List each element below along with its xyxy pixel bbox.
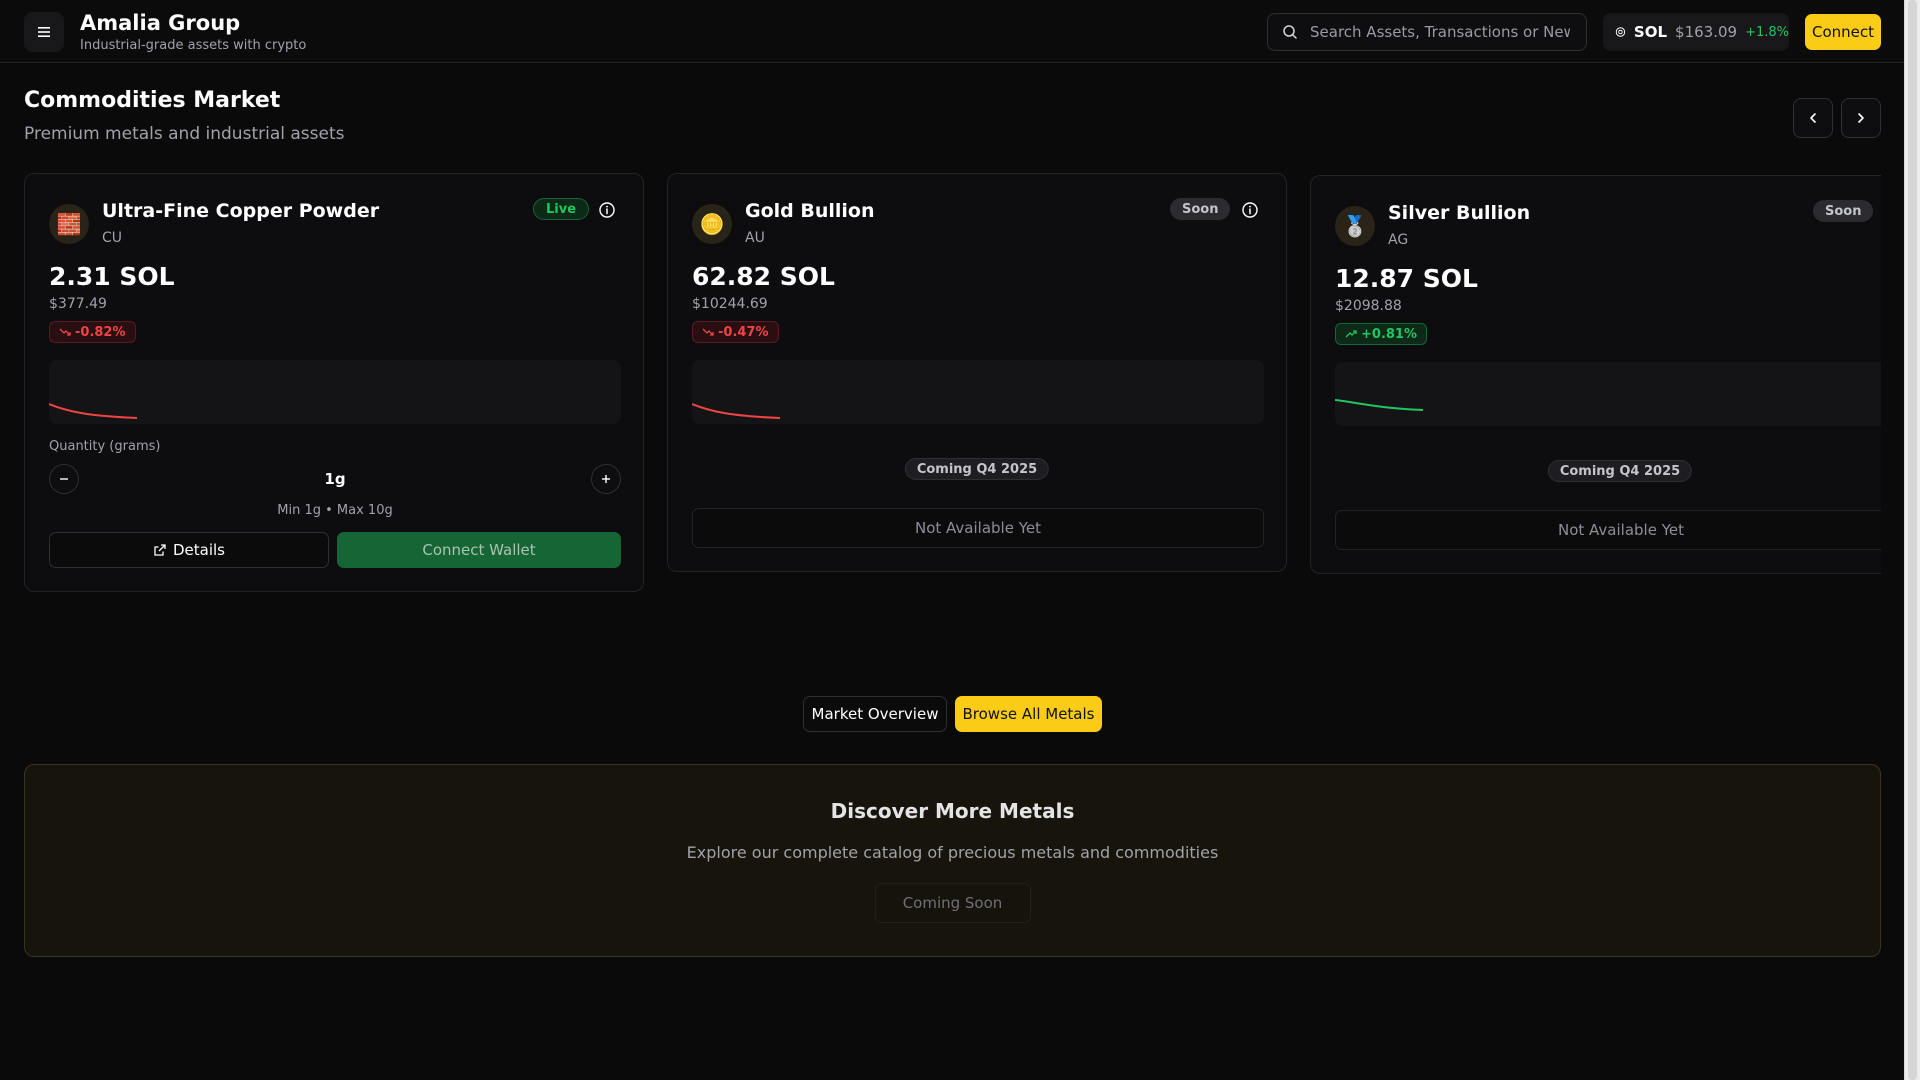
sparkline-line xyxy=(48,403,138,419)
coming-soon-badge: Coming Q4 2025 xyxy=(1547,460,1693,482)
section-subtitle: Premium metals and industrial assets xyxy=(24,124,345,144)
change-value: +0.81% xyxy=(1361,326,1417,342)
price-sparkline xyxy=(691,360,1264,424)
gold-coin-icon: 🪙 xyxy=(692,204,732,244)
price-usd: $377.49 xyxy=(49,296,107,312)
external-link-icon xyxy=(154,544,166,556)
details-label: Details xyxy=(172,541,225,559)
scrollbar-thumb[interactable] xyxy=(1908,0,1917,1080)
trending-down-icon xyxy=(702,328,714,336)
sol-price-pill[interactable]: SOL $163.09 +1.8% xyxy=(1603,13,1789,51)
coming-soon-badge: Coming Q4 2025 xyxy=(904,458,1050,480)
not-available-button[interactable]: Not Available Yet xyxy=(692,508,1264,548)
status-badge: Soon xyxy=(1170,198,1231,220)
sparkline-line xyxy=(691,403,781,419)
browse-all-metals-button[interactable]: Browse All Metals xyxy=(955,696,1102,732)
change-badge: -0.82% xyxy=(49,321,136,343)
price-usd: $10244.69 xyxy=(692,296,768,312)
card-clip: 🥈 Silver Bullion AG Soon 12.87 SOL $2098… xyxy=(1310,173,1881,578)
discover-title: Discover More Metals xyxy=(830,799,1075,823)
top-bar: Amalia Group Industrial-grade assets wit… xyxy=(0,0,1904,63)
asset-name: Gold Bullion xyxy=(745,200,875,222)
price-sol: 12.87 SOL xyxy=(1335,264,1478,293)
not-available-button[interactable]: Not Available Yet xyxy=(1335,510,1881,550)
sol-change: +1.8% xyxy=(1745,24,1789,40)
status-badge: Soon xyxy=(1813,200,1874,222)
change-badge: -0.47% xyxy=(692,321,779,343)
price-usd: $2098.88 xyxy=(1335,298,1402,314)
info-icon[interactable] xyxy=(1241,201,1259,219)
page-scrollbar[interactable] xyxy=(1904,0,1920,1080)
search-input[interactable] xyxy=(1310,23,1570,41)
section-title: Commodities Market xyxy=(24,88,281,113)
asset-name: Ultra-Fine Copper Powder xyxy=(102,200,380,222)
info-icon[interactable] xyxy=(598,201,616,219)
change-value: -0.47% xyxy=(718,324,769,340)
asset-card-gold: 🪙 Gold Bullion AU Soon 62.82 SOL $10244.… xyxy=(667,173,1287,572)
discover-subtitle: Explore our complete catalog of precious… xyxy=(686,843,1219,862)
price-sparkline xyxy=(48,360,621,424)
brand-title: Amalia Group xyxy=(80,11,241,35)
status-badge: Live xyxy=(533,198,590,220)
carousel-prev-button[interactable] xyxy=(1793,98,1833,138)
trending-down-icon xyxy=(59,328,71,336)
price-sol: 2.31 SOL xyxy=(49,262,175,291)
search-icon xyxy=(1283,25,1297,39)
chevron-left-icon xyxy=(1810,113,1816,123)
target-icon xyxy=(1615,27,1626,37)
sol-symbol: SOL xyxy=(1633,23,1668,41)
asset-card-copper: 🧱 Ultra-Fine Copper Powder CU Live 2.31 … xyxy=(24,173,644,592)
brand-subtitle: Industrial-grade assets with crypto xyxy=(80,38,307,53)
market-overview-button[interactable]: Market Overview xyxy=(803,696,947,732)
carousel-next-button[interactable] xyxy=(1841,98,1881,138)
silver-medal-icon: 🥈 xyxy=(1335,206,1375,246)
quantity-range: Min 1g • Max 10g xyxy=(277,503,393,518)
menu-button[interactable] xyxy=(24,12,64,52)
hamburger-icon xyxy=(38,27,50,37)
quantity-value: 1g xyxy=(324,470,346,488)
sol-price: $163.09 xyxy=(1675,23,1738,41)
quantity-label: Quantity (grams) xyxy=(49,439,161,454)
connect-button[interactable]: Connect xyxy=(1805,14,1881,50)
connect-wallet-button[interactable]: Connect Wallet xyxy=(337,532,621,568)
plus-icon xyxy=(602,475,610,483)
price-sparkline xyxy=(1334,362,1881,426)
trending-up-icon xyxy=(1345,330,1357,338)
change-badge: +0.81% xyxy=(1335,323,1427,345)
discover-panel: Discover More Metals Explore our complet… xyxy=(24,764,1881,957)
price-sol: 62.82 SOL xyxy=(692,262,835,291)
quantity-increase-button[interactable] xyxy=(591,464,621,494)
change-value: -0.82% xyxy=(75,324,126,340)
chevron-right-icon xyxy=(1858,113,1864,123)
sparkline-line xyxy=(1334,399,1424,411)
asset-card-silver: 🥈 Silver Bullion AG Soon 12.87 SOL $2098… xyxy=(1310,175,1881,574)
asset-name: Silver Bullion xyxy=(1388,202,1531,224)
asset-code: AG xyxy=(1388,232,1409,248)
asset-code: CU xyxy=(102,230,123,246)
coming-soon-button[interactable]: Coming Soon xyxy=(874,883,1031,923)
asset-code: AU xyxy=(745,230,765,246)
details-button[interactable]: Details xyxy=(49,532,329,568)
brick-icon: 🧱 xyxy=(49,204,89,244)
search-box[interactable] xyxy=(1267,13,1587,51)
